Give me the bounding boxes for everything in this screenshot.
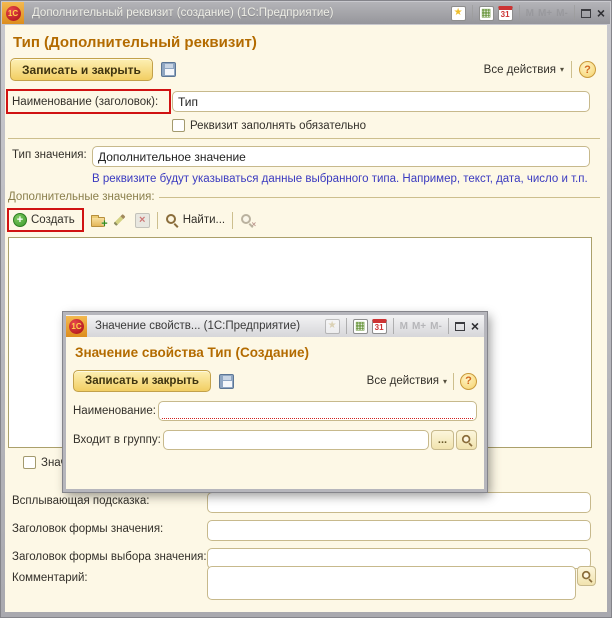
dialog-group-ellipsis-button[interactable]: ... xyxy=(431,430,454,450)
main-titlebar: 1С Дополнительный реквизит (создание) (1… xyxy=(2,2,610,24)
name-input[interactable] xyxy=(172,91,590,112)
titlebar-divider xyxy=(346,318,347,334)
memory-m-icon: M xyxy=(400,321,408,332)
comment-input[interactable] xyxy=(207,566,576,600)
1c-logo-icon: 1С xyxy=(69,319,84,334)
values-section-caption: Дополнительные значения: xyxy=(8,191,155,203)
dialog-all-actions-menu[interactable]: Все действия ▾ xyxy=(367,375,447,387)
create-button-annotation: + Создать xyxy=(7,208,84,232)
divider xyxy=(232,212,233,229)
separator xyxy=(159,197,600,198)
plus-icon: + xyxy=(101,219,107,230)
save-icon[interactable] xyxy=(219,374,234,389)
memory-m-icon: M xyxy=(526,8,534,19)
magnifier-icon xyxy=(165,213,179,227)
value-type-label: Тип значения: xyxy=(12,149,87,161)
main-form: Тип (Дополнительный реквизит) Записать и… xyxy=(5,25,607,612)
required-checkbox-row[interactable]: Реквизит заполнять обязательно xyxy=(172,119,366,132)
divider xyxy=(571,61,572,78)
dialog-name-label: Наименование: xyxy=(73,405,156,417)
name-label-annotation: Наименование (заголовок): xyxy=(6,89,171,114)
calendar-icon[interactable]: 31 xyxy=(372,319,387,334)
close-icon[interactable]: × xyxy=(597,6,605,20)
required-checkbox-label: Реквизит заполнять обязательно xyxy=(190,120,366,132)
1c-logo-icon: 1С xyxy=(6,6,21,21)
clipped-checkbox[interactable] xyxy=(23,456,36,469)
memory-m-minus-icon: M- xyxy=(556,8,568,19)
required-checkbox[interactable] xyxy=(172,119,185,132)
create-group-button[interactable]: + xyxy=(91,217,105,227)
divider xyxy=(453,373,454,390)
app-menu-button[interactable]: 1С xyxy=(2,2,24,24)
close-icon[interactable]: × xyxy=(471,319,479,333)
value-type-input[interactable] xyxy=(92,146,590,167)
maximize-icon[interactable] xyxy=(581,9,591,18)
favorites-star-icon[interactable]: ★ xyxy=(325,319,340,334)
plus-icon: + xyxy=(13,213,27,227)
titlebar-divider xyxy=(574,5,575,21)
value-form-title-label: Заголовок формы значения: xyxy=(12,523,163,535)
titlebar-divider xyxy=(448,318,449,334)
edit-button[interactable] xyxy=(112,218,128,222)
choice-form-title-label: Заголовок формы выбора значения: xyxy=(12,551,207,563)
tooltip-label: Всплывающая подсказка: xyxy=(12,495,149,507)
calculator-icon[interactable]: ▦ xyxy=(479,6,494,21)
divider xyxy=(157,212,158,229)
cancel-find-button[interactable]: × xyxy=(240,213,254,227)
help-button[interactable]: ? xyxy=(579,61,596,78)
required-field-marker xyxy=(162,418,473,419)
window-title: Дополнительный реквизит (создание) (1С:П… xyxy=(32,7,451,19)
main-window: 1С Дополнительный реквизит (создание) (1… xyxy=(0,0,612,618)
calculator-icon[interactable]: ▦ xyxy=(353,319,368,334)
dialog-group-select-button[interactable] xyxy=(456,430,477,450)
dialog-save-close-button[interactable]: Записать и закрыть xyxy=(73,370,211,392)
comment-label: Комментарий: xyxy=(12,572,88,584)
calendar-icon[interactable]: 31 xyxy=(498,6,513,21)
dialog-app-menu-button[interactable]: 1С xyxy=(66,316,87,337)
dialog-help-button[interactable]: ? xyxy=(460,373,477,390)
magnifier-icon xyxy=(581,570,593,582)
save-close-button[interactable]: Записать и закрыть xyxy=(10,58,153,81)
delete-button[interactable]: × xyxy=(135,213,150,228)
titlebar-divider xyxy=(472,5,473,21)
name-label: Наименование (заголовок): xyxy=(12,96,158,108)
pencil-icon xyxy=(114,214,126,226)
dialog-header: Значение свойства Тип (Создание) xyxy=(75,345,477,360)
page-title: Тип (Дополнительный реквизит) xyxy=(13,34,257,51)
create-button[interactable]: + Создать xyxy=(13,213,75,227)
all-actions-menu[interactable]: Все действия ▾ xyxy=(484,64,564,76)
tooltip-input[interactable] xyxy=(207,492,591,513)
dropdown-arrow-icon: ▾ xyxy=(443,377,447,386)
magnifier-icon xyxy=(461,434,473,446)
favorites-star-icon[interactable]: ★ xyxy=(451,6,466,21)
memory-m-minus-icon: M- xyxy=(430,321,442,332)
memory-m-plus-icon: M+ xyxy=(538,8,552,19)
dialog-group-label: Входит в группу: xyxy=(73,434,161,446)
titlebar-divider xyxy=(393,318,394,334)
red-x-icon: × xyxy=(251,220,256,229)
dropdown-arrow-icon: ▾ xyxy=(560,65,564,74)
separator xyxy=(8,138,600,139)
find-button[interactable]: Найти... xyxy=(165,213,225,227)
titlebar-divider xyxy=(519,5,520,21)
dialog-titlebar: 1С Значение свойств... (1С:Предприятие) … xyxy=(66,315,484,337)
dialog-title: Значение свойств... (1С:Предприятие) xyxy=(95,320,325,332)
dialog-group-input[interactable] xyxy=(163,430,429,450)
comment-select-button[interactable] xyxy=(577,566,596,586)
value-form-title-input[interactable] xyxy=(207,520,591,541)
save-icon[interactable] xyxy=(161,62,176,77)
type-hint-text: В реквизите будут указываться данные выб… xyxy=(92,173,588,185)
dialog-window: 1С Значение свойств... (1С:Предприятие) … xyxy=(63,312,487,492)
memory-m-plus-icon: M+ xyxy=(412,321,426,332)
maximize-icon[interactable] xyxy=(455,322,465,331)
